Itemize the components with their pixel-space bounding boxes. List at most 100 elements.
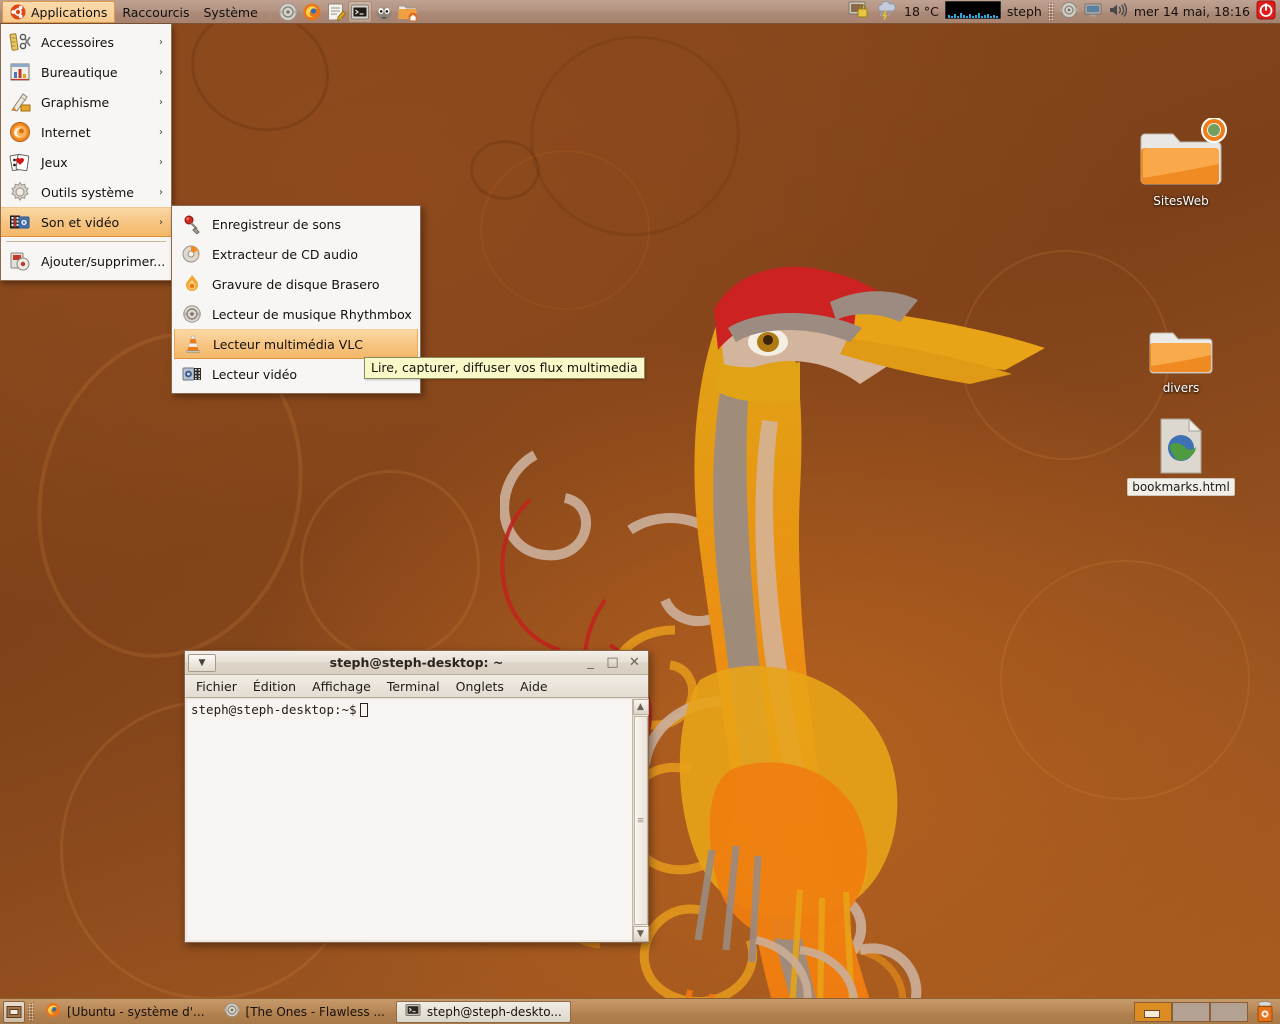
- workspace-switcher[interactable]: [1134, 1000, 1277, 1024]
- menu-item-ajouter-supprimer[interactable]: Ajouter/supprimer...: [1, 246, 171, 276]
- terminal-body[interactable]: steph@steph-desktop:~$ ▲ ≡ ▼: [185, 699, 649, 942]
- menu-item-son-et-video[interactable]: Son et vidéo ›: [1, 207, 171, 237]
- rhythmbox-icon: [181, 303, 203, 325]
- volume-icon[interactable]: [1108, 1, 1128, 22]
- workspace-1[interactable]: [1134, 1001, 1172, 1022]
- sound-video-icon: [8, 210, 32, 234]
- terminal-menu-terminal[interactable]: Terminal: [380, 677, 447, 696]
- panel-separator: [269, 3, 271, 20]
- close-button[interactable]: ✕: [624, 654, 645, 672]
- task-button-terminal[interactable]: steph@steph-deskto...: [395, 1000, 571, 1023]
- workspace-window-thumbnail: [1144, 1009, 1160, 1018]
- submenu-item-label: Enregistreur de sons: [212, 216, 341, 232]
- cd-ripper-icon: [181, 243, 203, 265]
- launcher-rhythmbox-icon[interactable]: [276, 1, 300, 23]
- applications-menu[interactable]: Accessoires › Bureautique › Graphisme › …: [0, 24, 172, 281]
- internet-icon: [8, 120, 32, 144]
- clock-label[interactable]: mer 14 mai, 18:16: [1134, 4, 1250, 19]
- office-icon: [8, 60, 32, 84]
- user-label[interactable]: steph: [1007, 4, 1042, 19]
- desktop-icon-sitesweb[interactable]: SitesWeb: [1126, 118, 1236, 209]
- window-menu-button[interactable]: ▼: [188, 653, 216, 672]
- screen-lock-icon[interactable]: [848, 0, 870, 23]
- notification-area[interactable]: 18 °C steph mer 14 mai, 18:16: [848, 0, 1280, 23]
- task-button-rhythmbox[interactable]: [The Ones - Flawless ...: [216, 1001, 393, 1023]
- launcher-firefox-icon[interactable]: [300, 1, 324, 23]
- desktop-icon-divers[interactable]: divers: [1126, 305, 1236, 396]
- submenu-item-gravure-de-disque-brasero[interactable]: Gravure de disque Brasero: [172, 269, 420, 299]
- terminal-menu-fichier[interactable]: Fichier: [189, 677, 244, 696]
- chevron-right-icon: ›: [159, 126, 163, 138]
- submenu-item-lecteur-de-musique-rhythmbox[interactable]: Lecteur de musique Rhythmbox: [172, 299, 420, 329]
- launcher-home-folder-icon[interactable]: [396, 1, 420, 23]
- scroll-down-arrow[interactable]: ▼: [632, 926, 649, 942]
- menu-item-outils-systeme[interactable]: Outils système ›: [1, 177, 171, 207]
- system-monitor-graph[interactable]: [944, 0, 1002, 22]
- html-document-icon: [1157, 403, 1205, 475]
- menu-item-internet[interactable]: Internet ›: [1, 117, 171, 147]
- chevron-right-icon: ›: [159, 36, 163, 48]
- menu-applications-label: Applications: [31, 4, 108, 20]
- desktop-icon-bookmarks[interactable]: bookmarks.html: [1126, 403, 1236, 496]
- window-controls[interactable]: _ □ ✕: [580, 654, 645, 672]
- desktop-icon-label: SitesWeb: [1153, 194, 1209, 208]
- menu-systeme[interactable]: Système: [196, 1, 264, 23]
- menu-item-label: Accessoires: [41, 34, 114, 50]
- workspace-3[interactable]: [1210, 1001, 1248, 1022]
- launcher-gimp-icon[interactable]: [372, 1, 396, 23]
- menu-separator: [6, 241, 166, 242]
- maximize-button[interactable]: □: [602, 654, 623, 672]
- submenu-item-extracteur-de-cd-audio[interactable]: Extracteur de CD audio: [172, 239, 420, 269]
- folder-icon: [1149, 305, 1213, 377]
- terminal-prompt: steph@steph-desktop:~$: [191, 702, 357, 717]
- panel-grip[interactable]: [28, 1002, 34, 1021]
- chevron-right-icon: ›: [159, 216, 163, 228]
- launcher-text-editor-icon[interactable]: [324, 1, 348, 23]
- menu-systeme-label: Système: [203, 4, 258, 20]
- menu-raccourcis[interactable]: Raccourcis: [115, 1, 196, 23]
- graphics-icon: [8, 90, 32, 114]
- terminal-scrollbar[interactable]: ▲ ≡ ▼: [632, 699, 649, 942]
- scroll-up-arrow[interactable]: ▲: [632, 699, 649, 715]
- display-icon[interactable]: [1084, 1, 1102, 22]
- desktop-root[interactable]: SitesWeb divers bookmarks.html ▼ steph@s…: [0, 0, 1280, 1024]
- task-button-label: [The Ones - Flawless ...: [245, 1004, 385, 1019]
- scroll-thumb[interactable]: ≡: [633, 716, 648, 925]
- ubuntu-logo-icon: [10, 4, 26, 20]
- top-panel[interactable]: Applications Raccourcis Système 18 °C st…: [0, 0, 1280, 24]
- terminal-menu-onglets[interactable]: Onglets: [449, 677, 511, 696]
- chevron-right-icon: ›: [159, 96, 163, 108]
- terminal-window[interactable]: ▼ steph@steph-desktop: ~ _ □ ✕ Fichier É…: [184, 650, 649, 943]
- wallpaper-swirl: [300, 470, 480, 660]
- menu-item-jeux[interactable]: Jeux ›: [1, 147, 171, 177]
- menu-item-accessoires[interactable]: Accessoires ›: [1, 27, 171, 57]
- terminal-menu-affichage[interactable]: Affichage: [305, 677, 378, 696]
- show-desktop-button[interactable]: [3, 1000, 25, 1023]
- terminal-menu-edition[interactable]: Édition: [246, 677, 303, 696]
- bottom-panel[interactable]: [Ubuntu - système d'... [The Ones - Flaw…: [0, 998, 1280, 1024]
- minimize-button[interactable]: _: [580, 654, 601, 672]
- terminal-titlebar[interactable]: ▼ steph@steph-desktop: ~ _ □ ✕: [185, 651, 648, 675]
- network-icon[interactable]: [1060, 1, 1078, 22]
- add-remove-icon: [8, 249, 32, 273]
- rhythmbox-icon: [224, 1002, 240, 1021]
- folder-with-web-emblem-icon: [1135, 118, 1227, 190]
- submenu-item-enregistreur-de-sons[interactable]: Enregistreur de sons: [172, 209, 420, 239]
- terminal-menubar[interactable]: Fichier Édition Affichage Terminal Ongle…: [185, 675, 648, 698]
- applet-grip[interactable]: [1047, 2, 1054, 21]
- menu-applications[interactable]: Applications: [2, 1, 116, 23]
- menu-item-bureautique[interactable]: Bureautique ›: [1, 57, 171, 87]
- workspace-2[interactable]: [1172, 1001, 1210, 1022]
- task-button-firefox[interactable]: [Ubuntu - système d'...: [37, 1001, 213, 1023]
- shutdown-icon[interactable]: [1256, 0, 1276, 23]
- terminal-menu-aide[interactable]: Aide: [513, 677, 555, 696]
- terminal-screen[interactable]: steph@steph-desktop:~$: [185, 699, 632, 942]
- launcher-terminal-icon[interactable]: [347, 0, 372, 23]
- submenu-item-lecteur-multimedia-vlc[interactable]: Lecteur multimédia VLC: [174, 329, 418, 359]
- weather-storm-icon[interactable]: [876, 0, 898, 23]
- menu-item-label: Son et vidéo: [41, 214, 120, 230]
- brasero-icon: [181, 273, 203, 295]
- menu-item-graphisme[interactable]: Graphisme ›: [1, 87, 171, 117]
- trash-icon[interactable]: [1253, 1000, 1277, 1024]
- accessories-icon: [8, 30, 32, 54]
